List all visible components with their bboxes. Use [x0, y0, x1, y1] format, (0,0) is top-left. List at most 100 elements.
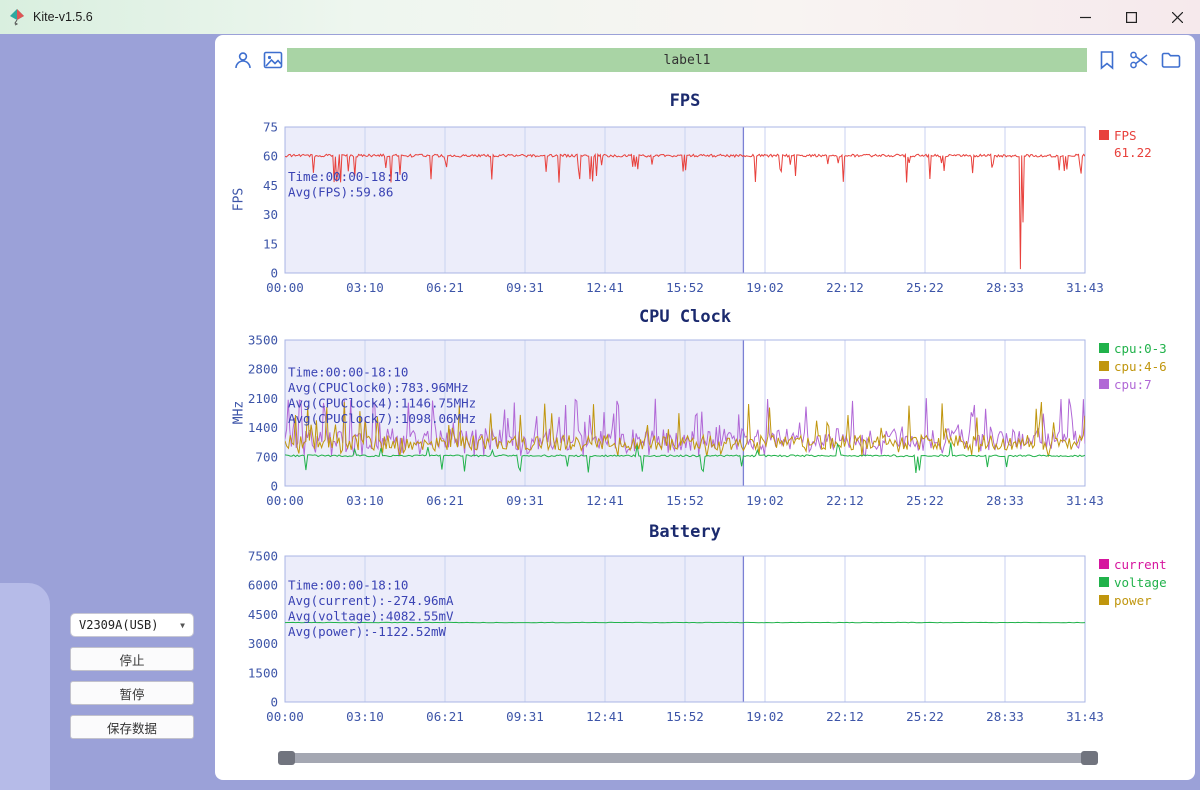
app-background: V2309A(USB) ▼ 停止 暂停 保存数据 label1 — [0, 34, 1200, 790]
legend-item: cpu:7 — [1099, 377, 1193, 392]
svg-text:03:10: 03:10 — [346, 493, 384, 508]
close-button[interactable] — [1154, 0, 1200, 34]
svg-text:Time:00:00-18:10: Time:00:00-18:10 — [288, 365, 408, 380]
svg-text:4500: 4500 — [248, 607, 278, 622]
svg-text:06:21: 06:21 — [426, 280, 464, 295]
svg-text:7500: 7500 — [248, 549, 278, 564]
svg-text:28:33: 28:33 — [986, 280, 1024, 295]
svg-text:06:21: 06:21 — [426, 493, 464, 508]
slider-handle-left[interactable] — [278, 751, 295, 765]
cpu-chart-legend: cpu:0-3 cpu:4-6 cpu:7 — [1099, 341, 1193, 395]
svg-text:Avg(FPS):59.86: Avg(FPS):59.86 — [288, 185, 393, 200]
svg-text:6000: 6000 — [248, 578, 278, 593]
svg-text:25:22: 25:22 — [906, 280, 944, 295]
svg-text:75: 75 — [263, 120, 278, 135]
legend-label: cpu:0-3 — [1114, 341, 1167, 356]
svg-text:3000: 3000 — [248, 636, 278, 651]
slider-handle-right[interactable] — [1081, 751, 1098, 765]
svg-text:22:12: 22:12 — [826, 280, 864, 295]
svg-text:15:52: 15:52 — [666, 709, 704, 724]
svg-text:700: 700 — [255, 449, 278, 464]
svg-text:Time:00:00-18:10: Time:00:00-18:10 — [288, 169, 408, 184]
left-dock — [0, 583, 50, 790]
legend-item: cpu:0-3 — [1099, 341, 1193, 356]
scissors-icon[interactable] — [1129, 50, 1149, 70]
svg-text:06:21: 06:21 — [426, 709, 464, 724]
svg-text:03:10: 03:10 — [346, 709, 384, 724]
legend-item: current — [1099, 557, 1193, 572]
svg-text:30: 30 — [263, 207, 278, 222]
svg-text:12:41: 12:41 — [586, 709, 624, 724]
svg-text:31:43: 31:43 — [1066, 709, 1104, 724]
svg-text:28:33: 28:33 — [986, 493, 1024, 508]
time-range-slider[interactable] — [278, 751, 1098, 765]
svg-text:2100: 2100 — [248, 391, 278, 406]
battery-svg: 75006000450030001500000:0003:1006:2109:3… — [225, 552, 1125, 726]
fps-chart-legend: FPS61.22 — [1099, 128, 1193, 160]
cpu-chart-title: CPU Clock — [245, 307, 1125, 327]
svg-text:0: 0 — [270, 266, 278, 281]
cpu-clock-svg: 3500 2800 2100 1400 700 000:00 03:10 06:21 09:31… — [225, 336, 1125, 510]
label-input[interactable]: label1 — [287, 48, 1087, 72]
svg-text:00:00: 00:00 — [266, 493, 304, 508]
svg-text:03:10: 03:10 — [346, 280, 384, 295]
svg-text:00:00: 00:00 — [266, 709, 304, 724]
svg-text:1400: 1400 — [248, 420, 278, 435]
window-titlebar: Kite-v1.5.6 — [0, 0, 1200, 34]
svg-text:09:31: 09:31 — [506, 709, 544, 724]
image-icon[interactable] — [263, 50, 283, 70]
save-data-button[interactable]: 保存数据 — [70, 715, 194, 739]
fps-chart-plot[interactable]: 7560453015000:0003:1006:2109:3112:4115:5… — [225, 123, 1125, 297]
legend-swatch — [1099, 343, 1109, 353]
svg-text:22:12: 22:12 — [826, 709, 864, 724]
legend-label: cpu:7 — [1114, 377, 1152, 392]
svg-text:2800: 2800 — [248, 362, 278, 377]
maximize-button[interactable] — [1108, 0, 1154, 34]
legend-swatch — [1099, 379, 1109, 389]
svg-text:15:52: 15:52 — [666, 280, 704, 295]
device-select[interactable]: V2309A(USB) ▼ — [70, 613, 194, 637]
svg-text:25:22: 25:22 — [906, 709, 944, 724]
minimize-icon — [1080, 12, 1091, 23]
svg-text:15:52: 15:52 — [666, 493, 704, 508]
svg-text:Avg(CPUClock7):1098.06MHz: Avg(CPUClock7):1098.06MHz — [288, 411, 476, 426]
svg-text:09:31: 09:31 — [506, 493, 544, 508]
battery-chart-plot[interactable]: 75006000450030001500000:0003:1006:2109:3… — [225, 552, 1125, 726]
svg-text:60: 60 — [263, 149, 278, 164]
label-input-value: label1 — [664, 53, 711, 68]
cpu-chart-plot[interactable]: 3500 2800 2100 1400 700 000:00 03:10 06:21 09:31… — [225, 336, 1125, 510]
legend-swatch — [1099, 130, 1109, 140]
legend-swatch — [1099, 595, 1109, 605]
svg-text:31:43: 31:43 — [1066, 280, 1104, 295]
svg-text:19:02: 19:02 — [746, 280, 784, 295]
svg-text:1500: 1500 — [248, 665, 278, 680]
pause-button[interactable]: 暂停 — [70, 681, 194, 705]
main-panel: label1 FPS FPS 7560453015000:0003:1006:2… — [215, 35, 1195, 780]
svg-text:22:12: 22:12 — [826, 493, 864, 508]
svg-text:Time:00:00-18:10: Time:00:00-18:10 — [288, 578, 408, 593]
svg-text:25:22: 25:22 — [906, 493, 944, 508]
close-icon — [1172, 12, 1183, 23]
minimize-button[interactable] — [1062, 0, 1108, 34]
user-icon[interactable] — [233, 50, 253, 70]
chevron-down-icon: ▼ — [180, 621, 185, 630]
fps-chart-title: FPS — [245, 91, 1125, 111]
svg-text:19:02: 19:02 — [746, 493, 784, 508]
folder-icon[interactable] — [1161, 50, 1181, 70]
svg-text:00:00: 00:00 — [266, 280, 304, 295]
device-select-value: V2309A(USB) — [79, 618, 158, 632]
slider-range[interactable] — [286, 753, 1090, 763]
bookmark-icon[interactable] — [1097, 50, 1117, 70]
battery-chart-title: Battery — [245, 522, 1125, 542]
svg-text:15: 15 — [263, 236, 278, 251]
svg-text:31:43: 31:43 — [1066, 493, 1104, 508]
svg-text:28:33: 28:33 — [986, 709, 1024, 724]
legend-item: FPS — [1099, 128, 1193, 143]
svg-text:Avg(CPUClock0):783.96MHz: Avg(CPUClock0):783.96MHz — [288, 380, 469, 395]
svg-text:19:02: 19:02 — [746, 709, 784, 724]
legend-label: cpu:4-6 — [1114, 359, 1167, 374]
svg-text:0: 0 — [270, 479, 278, 494]
stop-button[interactable]: 停止 — [70, 647, 194, 671]
legend-label: voltage — [1114, 575, 1167, 590]
svg-text:3500: 3500 — [248, 333, 278, 348]
